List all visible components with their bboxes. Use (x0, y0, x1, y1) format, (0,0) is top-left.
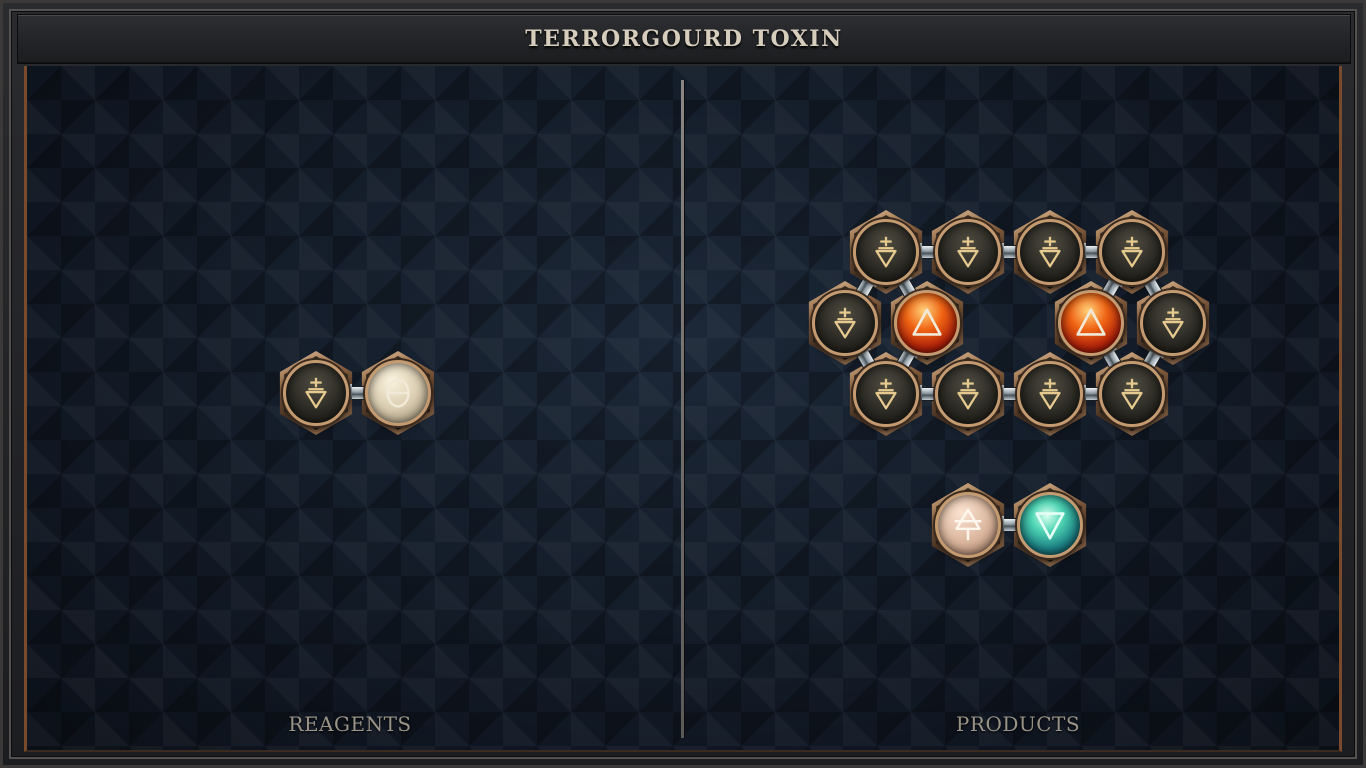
product-1-atom-salt[interactable] (1017, 219, 1083, 285)
product-1-atom-salt[interactable] (853, 361, 919, 427)
salt-symbol-icon (1121, 236, 1143, 268)
salt-symbol-icon (957, 378, 979, 410)
salt-symbol-icon (1039, 236, 1061, 268)
fire-triangle-icon (912, 308, 942, 336)
product-1-atom-salt[interactable] (1099, 219, 1165, 285)
products-label: PRODUCTS (955, 712, 1081, 736)
salt-symbol-icon (1039, 378, 1061, 410)
title-bar: TERRORGOURD TOXIN (17, 14, 1351, 64)
salt-symbol-icon (1121, 378, 1143, 410)
product-2-atom-water[interactable] (1017, 492, 1083, 558)
product-1-atom-salt[interactable] (935, 219, 1001, 285)
salt-symbol-icon (1162, 307, 1184, 339)
product-1-atom-salt[interactable] (853, 219, 919, 285)
salt-symbol-icon (305, 377, 327, 409)
air-triangle-icon (954, 508, 982, 541)
salt-symbol-icon (875, 378, 897, 410)
section-divider (681, 80, 684, 738)
product-1-atom-salt[interactable] (935, 361, 1001, 427)
product-1-atom-salt[interactable] (812, 290, 878, 356)
product-1-atom-fire[interactable] (1058, 290, 1124, 356)
theta-symbol-icon (386, 378, 410, 408)
product-1-atom-fire[interactable] (894, 290, 960, 356)
salt-symbol-icon (834, 307, 856, 339)
reagent-atom-quintessence[interactable] (365, 360, 431, 426)
product-1-atom-salt[interactable] (1017, 361, 1083, 427)
salt-symbol-icon (875, 236, 897, 268)
fire-triangle-icon (1076, 308, 1106, 336)
reagent-atom-salt[interactable] (283, 360, 349, 426)
product-1-atom-salt[interactable] (1099, 361, 1165, 427)
salt-symbol-icon (957, 236, 979, 268)
reagents-label: REAGENTS (288, 712, 412, 736)
water-triangle-icon (1035, 512, 1065, 540)
product-1-atom-salt[interactable] (1140, 290, 1206, 356)
puzzle-title: TERRORGOURD TOXIN (525, 26, 843, 52)
product-2-atom-air[interactable] (935, 492, 1001, 558)
